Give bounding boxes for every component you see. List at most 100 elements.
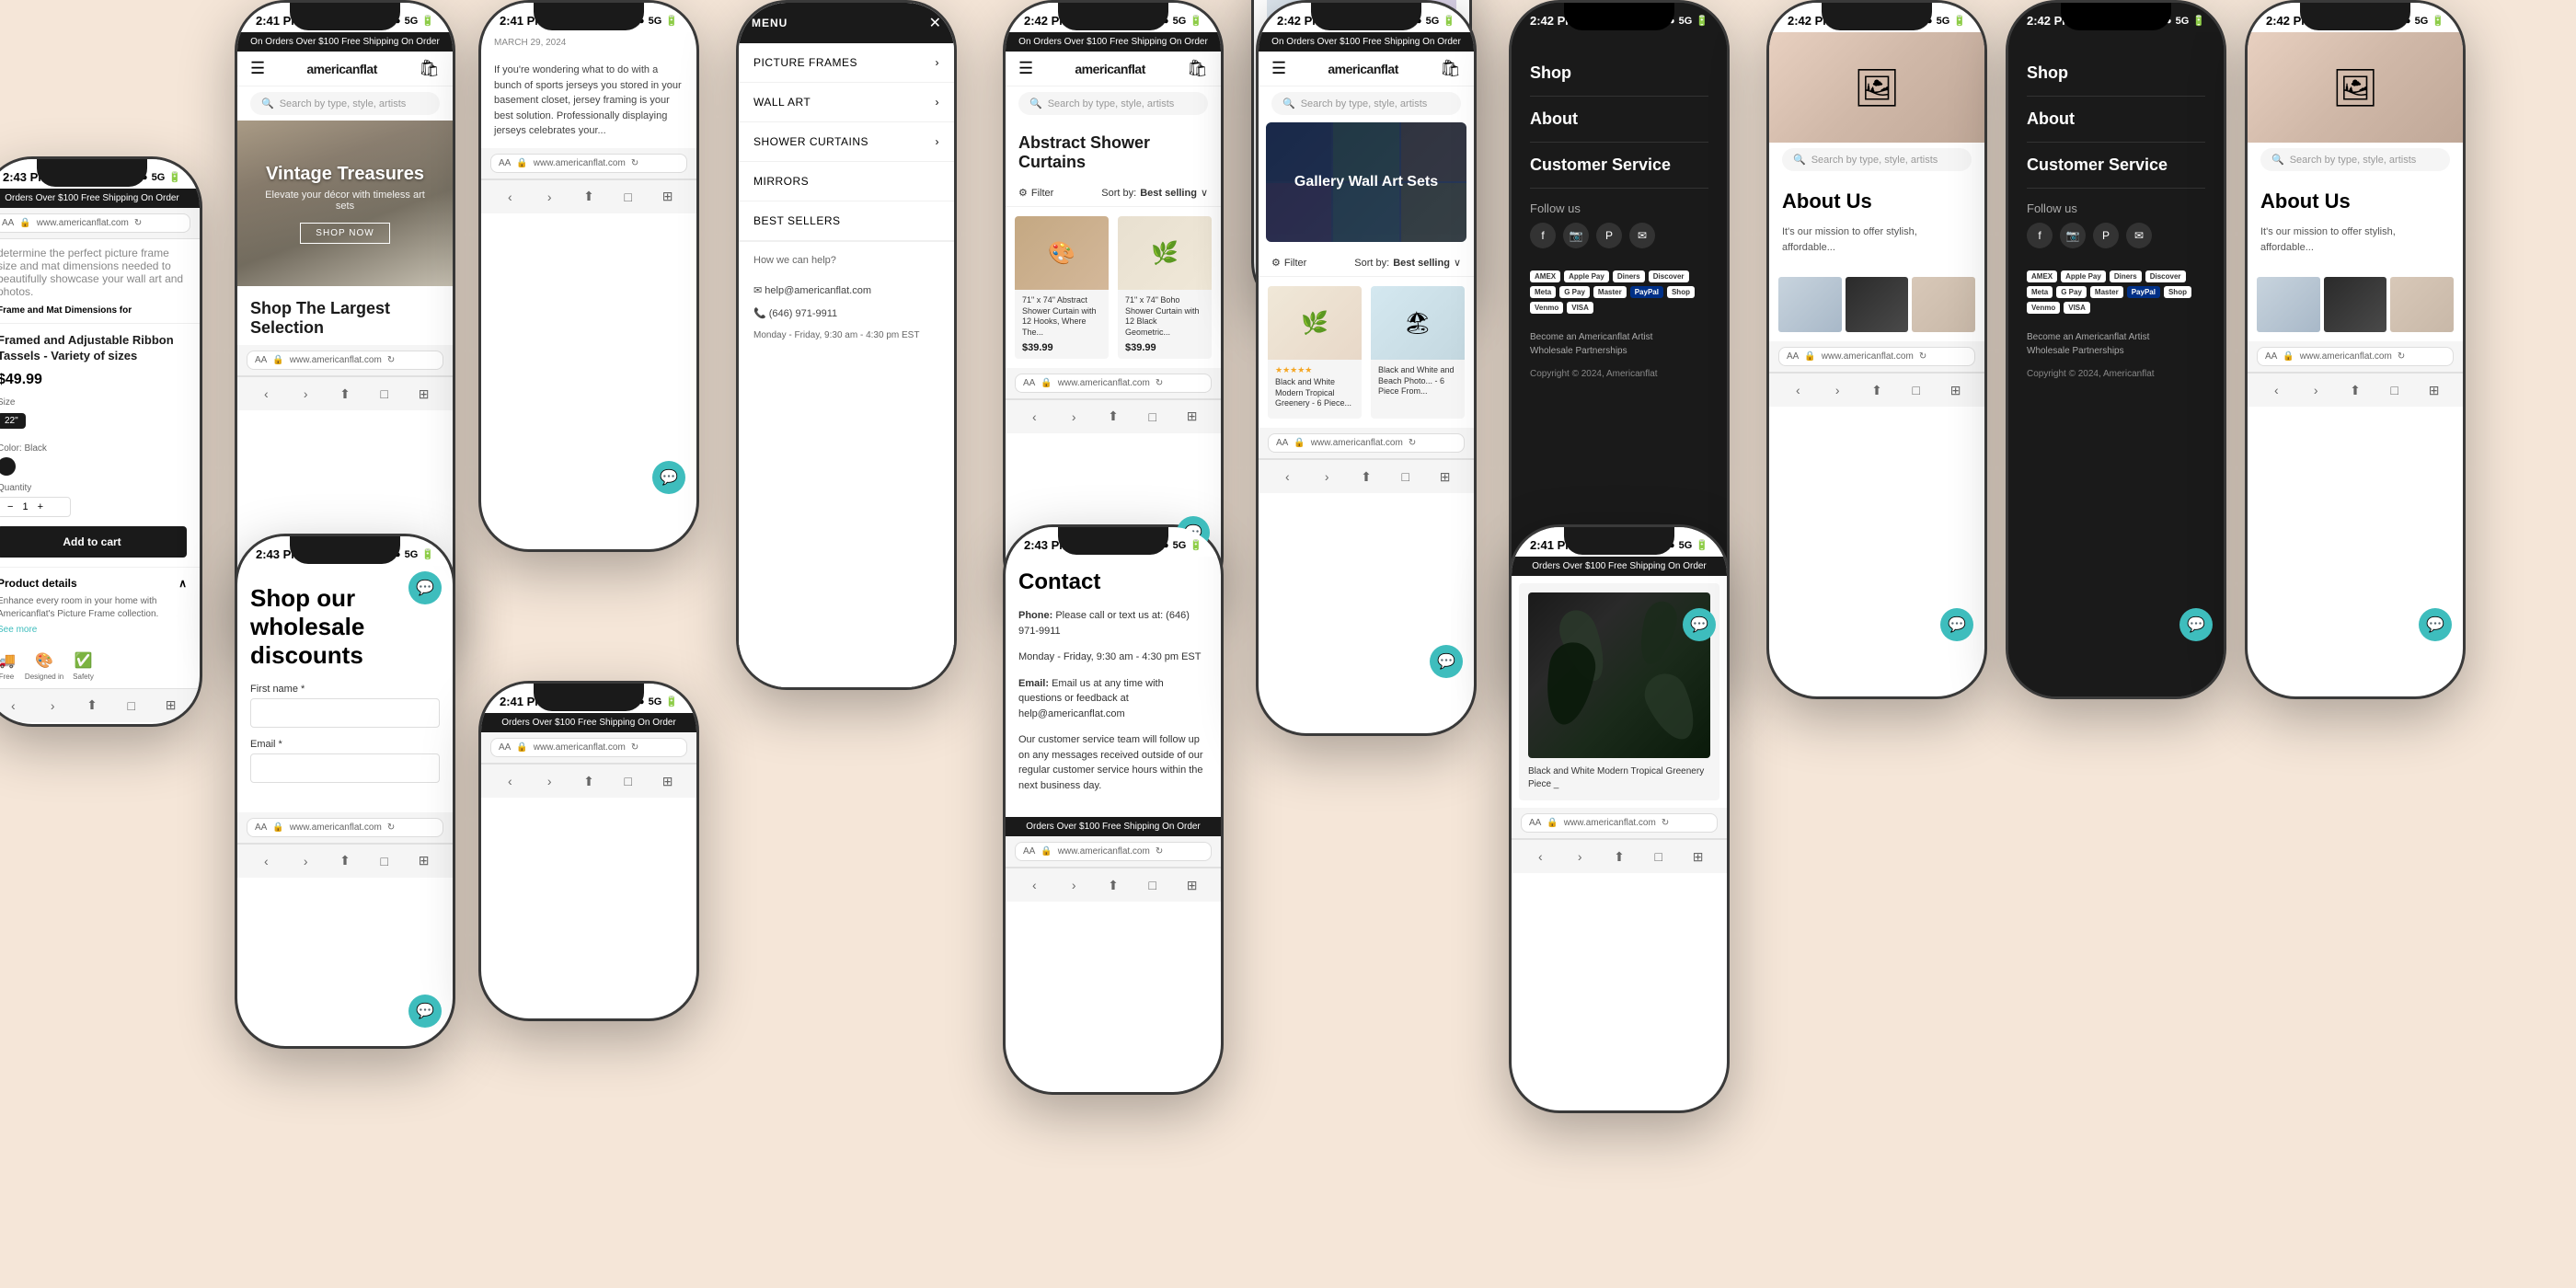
- browser-bar-12[interactable]: AA 🔒 www.americanflat.com ↻: [1521, 813, 1718, 833]
- side-menu-item-customer-service[interactable]: Customer Service: [1530, 143, 1708, 189]
- see-more-link[interactable]: See more: [0, 625, 187, 635]
- instagram-icon-14[interactable]: 📷: [2060, 223, 2086, 248]
- browser-bar-5[interactable]: AA 🔒 www.americanflat.com ↻: [490, 738, 687, 757]
- browser-bar-8[interactable]: AA 🔒 www.americanflat.com ↻: [1015, 842, 1212, 861]
- nav-back[interactable]: ‹: [4, 696, 22, 715]
- nav-forward-4[interactable]: ›: [540, 188, 558, 206]
- instagram-icon[interactable]: 📷: [1563, 223, 1589, 248]
- product-card-7-1[interactable]: 🎨 71" x 74" Abstract Shower Curtain with…: [1015, 216, 1109, 359]
- browser-bar-13[interactable]: AA 🔒 www.americanflat.com ↻: [1778, 347, 1975, 366]
- facebook-icon[interactable]: f: [1530, 223, 1556, 248]
- cart-icon-2[interactable]: 🛍: [419, 59, 440, 78]
- product-card-10-2[interactable]: 🏖 Black and White and Beach Photo... - 6…: [1371, 286, 1465, 419]
- nav-bookmarks-15[interactable]: □: [2386, 381, 2404, 399]
- filter-button-10[interactable]: ⚙ Filter: [1271, 257, 1306, 269]
- product-card-7-2[interactable]: 🌿 71" x 74" Boho Shower Curtain with 12 …: [1118, 216, 1212, 359]
- browser-bar-7[interactable]: AA 🔒 www.americanflat.com ↻: [1015, 374, 1212, 393]
- nav-bookmarks-8[interactable]: □: [1144, 876, 1162, 894]
- nav-tabs-3[interactable]: ⊞: [415, 852, 433, 870]
- nav-bookmarks[interactable]: □: [122, 696, 141, 715]
- facebook-icon-14[interactable]: f: [2027, 223, 2053, 248]
- side-menu-item-shop[interactable]: Shop: [1530, 51, 1708, 97]
- nav-back-12[interactable]: ‹: [1531, 847, 1549, 866]
- nav-share-13[interactable]: ⬆: [1868, 381, 1886, 399]
- nav-back-5[interactable]: ‹: [500, 772, 519, 790]
- product-card-10-1[interactable]: 🌿 ★★★★★ Black and White Modern Tropical …: [1268, 286, 1362, 419]
- chat-button-13[interactable]: 💬: [1940, 608, 1973, 641]
- chat-button-3[interactable]: 💬: [408, 995, 442, 1028]
- hamburger-menu-7[interactable]: ☰: [1018, 59, 1033, 78]
- nav-tabs-5[interactable]: ⊞: [659, 772, 677, 790]
- qty-minus[interactable]: −: [7, 501, 13, 512]
- nav-back-15[interactable]: ‹: [2267, 381, 2285, 399]
- nav-share-8[interactable]: ⬆: [1104, 876, 1122, 894]
- nav-tabs-8[interactable]: ⊞: [1183, 876, 1202, 894]
- nav-back-8[interactable]: ‹: [1025, 876, 1043, 894]
- cart-icon-7[interactable]: 🛍: [1187, 59, 1208, 78]
- nav-bookmarks-7[interactable]: □: [1144, 408, 1162, 426]
- browser-bar-4[interactable]: AA 🔒 www.americanflat.com ↻: [490, 154, 687, 173]
- browser-bar-10[interactable]: AA 🔒 www.americanflat.com ↻: [1268, 433, 1465, 453]
- nav-forward-13[interactable]: ›: [1828, 381, 1846, 399]
- filter-button-7[interactable]: ⚙ Filter: [1018, 187, 1053, 199]
- cart-icon-10[interactable]: 🛍: [1440, 59, 1461, 78]
- nav-tabs-2[interactable]: ⊞: [415, 385, 433, 403]
- chat-button-4[interactable]: 💬: [652, 461, 685, 494]
- nav-bookmarks-4[interactable]: □: [619, 188, 638, 206]
- nav-tabs-4[interactable]: ⊞: [659, 188, 677, 206]
- browser-bar-3[interactable]: AA 🔒 www.americanflat.com ↻: [247, 818, 443, 837]
- nav-share[interactable]: ⬆: [83, 696, 101, 715]
- side-menu-item-about-14[interactable]: About: [2027, 97, 2205, 143]
- chat-button-14[interactable]: 💬: [2179, 608, 2213, 641]
- nav-share-5[interactable]: ⬆: [580, 772, 598, 790]
- hamburger-menu-2[interactable]: ☰: [250, 59, 265, 78]
- nav-forward-7[interactable]: ›: [1064, 408, 1083, 426]
- search-bar-13[interactable]: 🔍 Search by type, style, artists: [1782, 148, 1972, 171]
- browser-bar-1[interactable]: AA 🔒 www.americanflat.com ↻: [0, 213, 190, 233]
- shop-now-btn-2[interactable]: SHOP NOW: [300, 223, 389, 244]
- nav-back-13[interactable]: ‹: [1788, 381, 1807, 399]
- menu-close-button[interactable]: ✕: [929, 14, 941, 32]
- nav-tabs[interactable]: ⊞: [162, 696, 180, 715]
- chat-button-15[interactable]: 💬: [2419, 608, 2452, 641]
- nav-share-12[interactable]: ⬆: [1610, 847, 1628, 866]
- nav-share-7[interactable]: ⬆: [1104, 408, 1122, 426]
- first-name-input[interactable]: [250, 698, 440, 728]
- chat-button-10[interactable]: 💬: [1430, 645, 1463, 678]
- menu-item-mirrors[interactable]: MIRRORS: [739, 162, 954, 201]
- nav-back-3[interactable]: ‹: [257, 852, 275, 870]
- email-social-icon[interactable]: ✉: [1629, 223, 1655, 248]
- nav-forward-3[interactable]: ›: [296, 852, 315, 870]
- nav-tabs-7[interactable]: ⊞: [1183, 408, 1202, 426]
- pinterest-icon[interactable]: P: [1596, 223, 1622, 248]
- chat-button-11[interactable]: 💬: [1683, 608, 1716, 641]
- hamburger-menu-10[interactable]: ☰: [1271, 59, 1286, 78]
- nav-back-2[interactable]: ‹: [257, 385, 275, 403]
- nav-forward-10[interactable]: ›: [1317, 467, 1336, 486]
- browser-bar-2[interactable]: AA 🔒 www.americanflat.com ↻: [247, 351, 443, 370]
- search-bar-15[interactable]: 🔍 Search by type, style, artists: [2260, 148, 2450, 171]
- side-menu-item-shop-14[interactable]: Shop: [2027, 51, 2205, 97]
- nav-forward-12[interactable]: ›: [1570, 847, 1589, 866]
- nav-back-7[interactable]: ‹: [1025, 408, 1043, 426]
- menu-item-shower-curtains[interactable]: SHOWER CURTAINS ›: [739, 122, 954, 162]
- nav-forward-15[interactable]: ›: [2306, 381, 2325, 399]
- side-menu-item-cs-14[interactable]: Customer Service: [2027, 143, 2205, 189]
- nav-tabs-10[interactable]: ⊞: [1436, 467, 1455, 486]
- nav-forward-8[interactable]: ›: [1064, 876, 1083, 894]
- search-bar-7[interactable]: 🔍 Search by type, style, artists: [1018, 92, 1208, 115]
- nav-forward-5[interactable]: ›: [540, 772, 558, 790]
- nav-forward-2[interactable]: ›: [296, 385, 315, 403]
- sort-chevron-down-icon-10[interactable]: ∨: [1454, 257, 1461, 269]
- pinterest-icon-14[interactable]: P: [2093, 223, 2119, 248]
- nav-bookmarks-3[interactable]: □: [375, 852, 394, 870]
- browser-bar-15[interactable]: AA 🔒 www.americanflat.com ↻: [2257, 347, 2454, 366]
- nav-tabs-12[interactable]: ⊞: [1689, 847, 1708, 866]
- nav-forward[interactable]: ›: [43, 696, 62, 715]
- nav-share-3[interactable]: ⬆: [336, 852, 354, 870]
- nav-bookmarks-10[interactable]: □: [1397, 467, 1415, 486]
- chat-button-2[interactable]: 💬: [408, 571, 442, 604]
- nav-bookmarks-5[interactable]: □: [619, 772, 638, 790]
- menu-item-best-sellers[interactable]: BEST SELLERS: [739, 201, 954, 241]
- nav-back-4[interactable]: ‹: [500, 188, 519, 206]
